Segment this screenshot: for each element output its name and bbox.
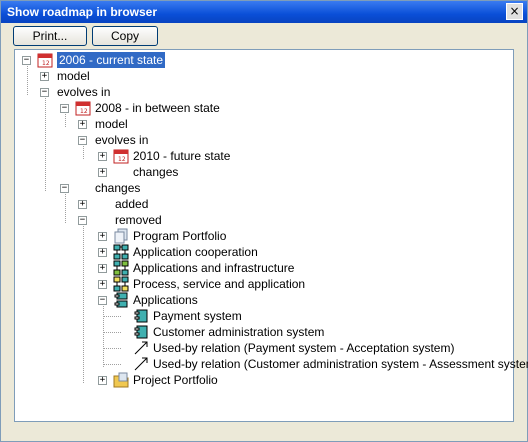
- tree-guide-line: [27, 63, 28, 95]
- close-button[interactable]: ×: [506, 3, 523, 20]
- collapse-icon[interactable]: −: [40, 88, 49, 97]
- tree-node-label: changes: [133, 165, 179, 179]
- expand-icon[interactable]: +: [98, 248, 107, 257]
- status-bar: [12, 424, 516, 436]
- tree-node-label: Program Portfolio: [133, 229, 227, 243]
- expand-icon[interactable]: +: [98, 280, 107, 289]
- applications-icon: [114, 292, 128, 308]
- tree-node-label: Applications and infrastructure: [133, 261, 295, 275]
- tree-guide-line: [103, 316, 121, 317]
- relation-arrow-icon: [134, 341, 148, 355]
- roadmap-window: Show roadmap in browser × Print... Copy …: [0, 0, 528, 442]
- project-portfolio-icon: [113, 372, 129, 388]
- expand-icon[interactable]: +: [98, 376, 107, 385]
- svg-text:12: 12: [42, 60, 50, 67]
- component-icon: [134, 309, 148, 323]
- tree-node-label: 2008 - in between state: [95, 101, 220, 115]
- print-button[interactable]: Print...: [13, 26, 87, 46]
- tree-guide-line: [65, 191, 66, 223]
- tree-node-label: model: [57, 69, 90, 83]
- expand-icon[interactable]: +: [98, 232, 107, 241]
- calendar-icon: 12: [75, 101, 91, 116]
- tree-node-label: Process, service and application: [133, 277, 306, 291]
- copy-button-label: Copy: [110, 29, 139, 43]
- tree-guide-line: [45, 95, 46, 191]
- tree-guide-line: [103, 303, 104, 367]
- expand-icon[interactable]: +: [40, 72, 49, 81]
- application-cooperation-icon: [113, 244, 129, 260]
- tree-node-label: evolves in: [57, 85, 111, 99]
- close-icon: ×: [509, 4, 520, 18]
- tree-guide-line: [83, 143, 84, 159]
- tree-node-label: Payment system: [153, 309, 242, 323]
- collapse-icon[interactable]: −: [22, 56, 31, 65]
- tree-node-label: model: [95, 117, 128, 131]
- tree-guide-line: [103, 348, 121, 349]
- expand-icon[interactable]: +: [78, 120, 87, 129]
- tree-node-label: 2006 - current state: [57, 52, 166, 68]
- expand-icon[interactable]: +: [98, 152, 107, 161]
- calendar-icon: 12: [113, 149, 129, 164]
- tree-guide-line: [103, 364, 121, 365]
- applications-infrastructure-icon: [113, 260, 129, 276]
- tree-node-label: added: [115, 197, 149, 211]
- tree-node-label: evolves in: [95, 133, 149, 147]
- tree-node-label: removed: [115, 213, 162, 227]
- title-bar[interactable]: Show roadmap in browser ×: [1, 1, 527, 23]
- tree-node-label: Customer administration system: [153, 325, 325, 339]
- collapse-icon[interactable]: −: [98, 296, 107, 305]
- component-icon: [134, 325, 148, 339]
- window-title: Show roadmap in browser: [7, 5, 158, 19]
- relation-arrow-icon: [134, 357, 148, 371]
- tree-node-label: Used-by relation (Payment system - Accep…: [153, 341, 455, 355]
- program-portfolio-icon: [114, 228, 128, 244]
- expand-icon[interactable]: +: [98, 264, 107, 273]
- tree-node-label: 2010 - future state: [133, 149, 231, 163]
- svg-text:12: 12: [118, 156, 126, 163]
- expand-icon[interactable]: +: [78, 200, 87, 209]
- tree-node-label: Used-by relation (Customer administratio…: [153, 357, 528, 371]
- tree-node-label: Project Portfolio: [133, 373, 218, 387]
- roadmap-tree[interactable]: − 12 2006 - current state + model − evol…: [14, 49, 528, 422]
- collapse-icon[interactable]: −: [78, 216, 87, 225]
- collapse-icon[interactable]: −: [78, 136, 87, 145]
- copy-button[interactable]: Copy: [92, 26, 158, 46]
- collapse-icon[interactable]: −: [60, 104, 69, 113]
- tree-guide-line: [103, 332, 121, 333]
- tree-guide-line: [83, 223, 84, 383]
- calendar-icon: 12: [37, 53, 53, 68]
- expand-icon[interactable]: +: [98, 168, 107, 177]
- tree-guide-line: [65, 111, 66, 127]
- svg-text:12: 12: [80, 108, 88, 115]
- tree-node-label: changes: [95, 181, 141, 195]
- tree-node-label: Application cooperation: [133, 245, 258, 259]
- collapse-icon[interactable]: −: [60, 184, 69, 193]
- tree-node-label: Applications: [133, 293, 198, 307]
- process-service-icon: [113, 276, 129, 292]
- print-button-label: Print...: [32, 29, 68, 43]
